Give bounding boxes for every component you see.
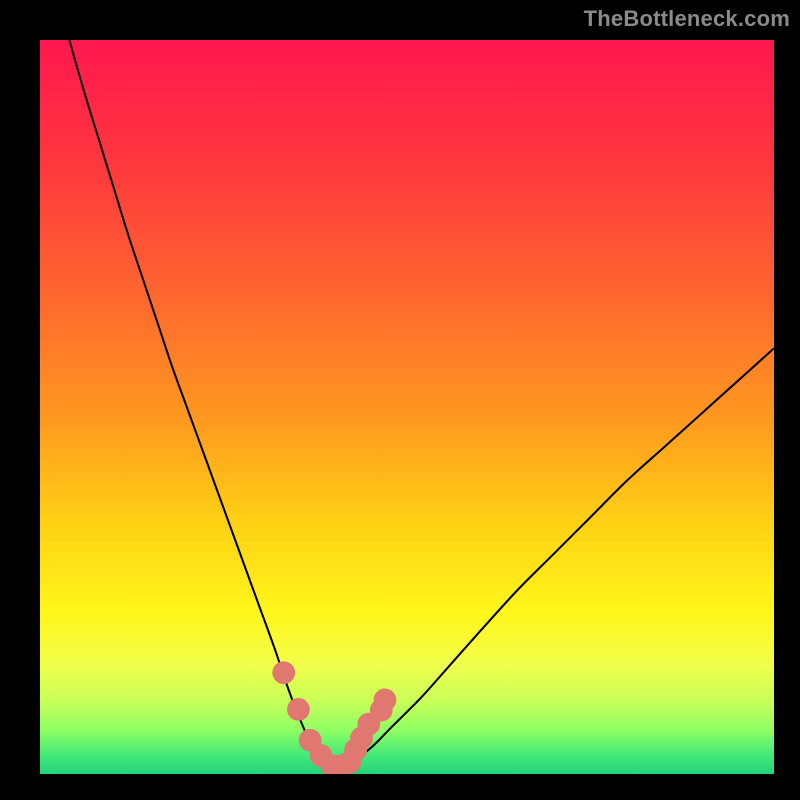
curve-marker: [272, 661, 295, 684]
chart-svg: [40, 40, 774, 774]
watermark-text: TheBottleneck.com: [584, 6, 790, 32]
chart-stage: TheBottleneck.com: [0, 0, 800, 800]
curve-marker: [374, 688, 397, 711]
gradient-bg: [40, 40, 774, 774]
curve-marker: [287, 698, 310, 721]
plot-area: [40, 40, 774, 774]
